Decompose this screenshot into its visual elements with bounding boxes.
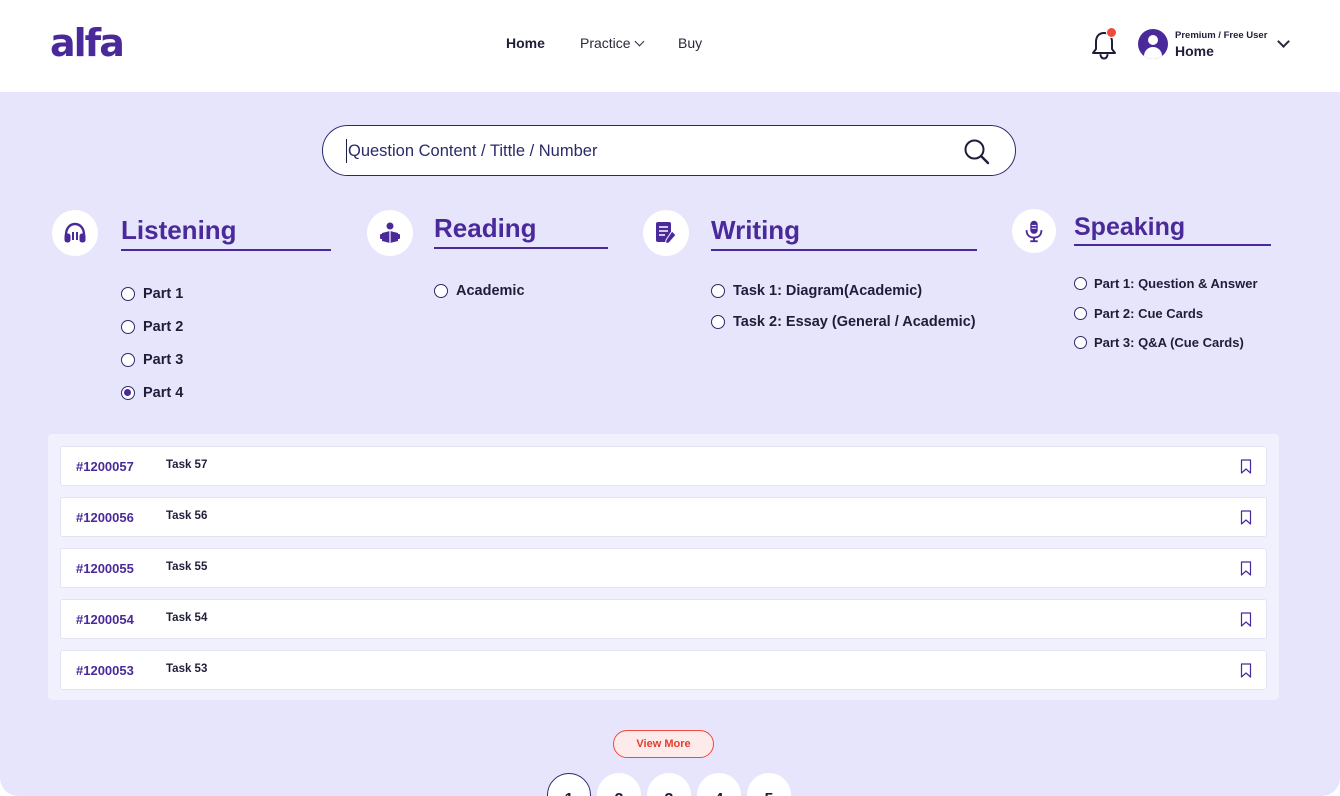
radio-button[interactable] [711, 315, 725, 329]
page-button-1[interactable]: 1 [547, 773, 591, 796]
task-id: #1200055 [76, 561, 134, 576]
page-button-3[interactable]: 3 [647, 773, 691, 796]
option-label: Academic [456, 283, 525, 299]
reading-icon-badge [367, 210, 413, 256]
task-id: #1200054 [76, 612, 134, 627]
option-label: Part 2 [143, 319, 184, 335]
chevron-down-icon [634, 36, 645, 47]
page-button-2[interactable]: 2 [597, 773, 641, 796]
radio-button[interactable] [711, 284, 725, 298]
user-menu-chevron-icon[interactable] [1277, 35, 1290, 48]
nav-buy[interactable]: Buy [678, 34, 702, 52]
reading-underline [434, 247, 608, 249]
radio-button[interactable] [1074, 307, 1087, 320]
bookmark-icon[interactable] [1240, 510, 1252, 525]
speaking-title: Speaking [1074, 213, 1186, 241]
bookmark-icon[interactable] [1240, 459, 1252, 474]
listening-underline [121, 249, 331, 251]
listening-title: Listening [121, 215, 237, 245]
task-row[interactable]: #1200053 Task 53 [60, 650, 1267, 690]
listening-option-part-2[interactable]: Part 2 [121, 319, 183, 335]
option-label: Part 3 [143, 352, 184, 368]
reading-option-academic[interactable]: Academic [434, 283, 525, 299]
speaking-option-part-3[interactable]: Part 3: Q&A (Cue Cards) [1074, 335, 1244, 350]
nav-home[interactable]: Home [506, 34, 545, 52]
reading-person-icon [380, 222, 400, 243]
page-button-4[interactable]: 4 [697, 773, 741, 796]
radio-button[interactable] [1074, 277, 1087, 290]
task-row[interactable]: #1200055 Task 55 [60, 548, 1267, 588]
radio-button[interactable] [121, 353, 135, 367]
main-content: Question Content / Tittle / Number Liste… [0, 92, 1340, 796]
bookmark-icon[interactable] [1240, 561, 1252, 576]
radio-button-checked[interactable] [121, 386, 135, 400]
reading-title: Reading [434, 213, 537, 243]
writing-title: Writing [711, 215, 801, 245]
task-list: #1200057 Task 57 #1200056 Task 56 #12000… [48, 434, 1279, 700]
bookmark-icon[interactable] [1240, 663, 1252, 678]
radio-button[interactable] [121, 320, 135, 334]
search-bar[interactable]: Question Content / Tittle / Number [322, 125, 1016, 176]
radio-button[interactable] [121, 287, 135, 301]
user-type: Premium / Free User [1175, 30, 1268, 41]
task-name: Task 54 [166, 612, 208, 624]
task-row[interactable]: #1200054 Task 54 [60, 599, 1267, 639]
option-label: Part 1: Question & Answer [1094, 276, 1258, 291]
radio-button[interactable] [434, 284, 448, 298]
speaking-icon-badge [1012, 209, 1056, 253]
speaking-option-part-1[interactable]: Part 1: Question & Answer [1074, 276, 1258, 291]
radio-button[interactable] [1074, 336, 1087, 349]
task-name: Task 57 [166, 459, 208, 471]
listening-icon-badge [52, 210, 98, 256]
task-id: #1200053 [76, 663, 134, 678]
header: alfa Home Practice Buy Premium / Free Us… [0, 0, 1340, 92]
search-input[interactable]: Question Content / Tittle / Number [348, 142, 597, 161]
bookmark-icon[interactable] [1240, 612, 1252, 627]
avatar-head [1148, 35, 1158, 45]
writing-icon-badge [643, 210, 689, 256]
user-name[interactable]: Home [1175, 43, 1214, 59]
writing-option-task-2[interactable]: Task 2: Essay (General / Academic) [711, 314, 976, 330]
avatar-body [1144, 47, 1162, 59]
notification-badge [1106, 27, 1117, 38]
speaking-option-part-2[interactable]: Part 2: Cue Cards [1074, 306, 1203, 321]
task-name: Task 55 [166, 561, 208, 573]
task-id: #1200057 [76, 459, 134, 474]
writing-option-task-1[interactable]: Task 1: Diagram(Academic) [711, 283, 922, 299]
task-name: Task 53 [166, 663, 208, 675]
view-more-button[interactable]: View More [613, 730, 714, 758]
task-id: #1200056 [76, 510, 134, 525]
listening-option-part-3[interactable]: Part 3 [121, 352, 183, 368]
task-row[interactable]: #1200056 Task 56 [60, 497, 1267, 537]
listening-option-part-1[interactable]: Part 1 [121, 286, 183, 302]
text-cursor [346, 139, 347, 163]
headphones-icon [64, 222, 86, 243]
option-label: Part 3: Q&A (Cue Cards) [1094, 335, 1244, 350]
listening-option-part-4[interactable]: Part 4 [121, 385, 183, 401]
avatar[interactable] [1138, 29, 1168, 59]
task-name: Task 56 [166, 510, 208, 522]
option-label: Part 2: Cue Cards [1094, 306, 1204, 321]
option-label: Task 2: Essay (General / Academic) [733, 314, 976, 330]
option-label: Part 4 [143, 385, 184, 401]
logo[interactable]: alfa [50, 21, 125, 65]
speaking-underline [1074, 244, 1271, 246]
nav-practice[interactable]: Practice [580, 34, 645, 52]
document-pen-icon [656, 222, 677, 245]
option-label: Task 1: Diagram(Academic) [733, 283, 923, 299]
logo-text: alfa [50, 21, 125, 65]
option-label: Part 1 [143, 286, 184, 302]
search-icon[interactable] [963, 138, 991, 166]
page-button-5[interactable]: 5 [747, 773, 791, 796]
writing-underline [711, 249, 977, 251]
nav-practice-label: Practice [580, 35, 631, 51]
microphone-icon [1025, 220, 1043, 243]
task-row[interactable]: #1200057 Task 57 [60, 446, 1267, 486]
